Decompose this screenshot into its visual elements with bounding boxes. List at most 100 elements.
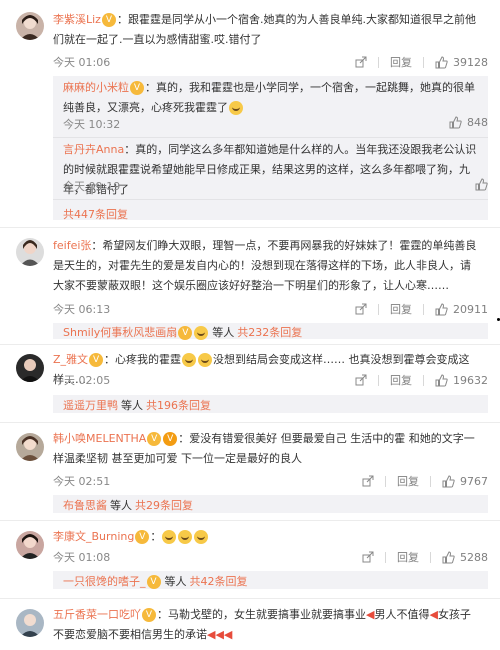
comment-meta: 今天 01:08 回复 5288: [53, 549, 488, 565]
reply-button[interactable]: 回复: [390, 372, 412, 388]
reply-preview-label: 等人: [212, 326, 235, 339]
share-button[interactable]: [355, 303, 367, 315]
share-icon: [362, 475, 374, 487]
thumb-up-icon: [442, 550, 455, 563]
comment-body: ：跟霍霆是同学从小一个宿舍.她真的为人善良单纯.大家都知道很早之前他们就在一起了…: [53, 13, 476, 46]
like-button[interactable]: 9767: [442, 475, 488, 488]
reply-text: 麻麻的小米粒 V ：真的，我和霍霆也是小学同学，一个宿舍，一起跳舞，她真的很单纯善良…: [63, 78, 478, 118]
reply-item: 麻麻的小米粒 V ：真的，我和霍霆也是小学同学，一个宿舍，一起跳舞，她真的很单纯善良…: [53, 76, 488, 138]
thumb-up-icon: [442, 474, 455, 487]
comment-meta: 今天 02:05 回复 19632: [53, 372, 488, 388]
more-replies-link[interactable]: 布鲁思酱 等人 共29条回复: [63, 497, 193, 513]
comment-item: 五斤香菜一口吃吖 V ：马勒戈壁的，女生就要搞事业就要搞事业◀男人不值得◀女孩子不要…: [0, 599, 500, 650]
comment-body-cont: 男人不值得: [374, 608, 430, 621]
comment-username[interactable]: 李紫溪Liz: [53, 13, 101, 26]
avatar[interactable]: [16, 609, 44, 637]
comment-username[interactable]: feifei张: [53, 239, 91, 252]
emoji-icon: [194, 326, 209, 340]
comment-time: 今天 06:13: [53, 303, 111, 316]
comment-username[interactable]: 韩小唤MELENTHA: [53, 432, 146, 445]
comment-time: 今天 02:05: [53, 374, 111, 387]
share-button[interactable]: [362, 551, 374, 563]
like-count: 848: [467, 116, 488, 129]
like-button[interactable]: 848: [449, 116, 488, 129]
reply-button[interactable]: 回复: [397, 473, 419, 489]
share-icon: [355, 56, 367, 68]
vip-badge-icon: V: [146, 575, 161, 589]
reply-preview-user[interactable]: Shmily何事秋风悲画扇: [63, 326, 177, 339]
comment-username[interactable]: Z_雅文: [53, 353, 88, 366]
reply-preview-user[interactable]: 遥遥万里鸭: [63, 399, 118, 412]
comment-text: 李紫溪Liz V ：跟霍霆是同学从小一个宿舍.她真的为人善良单纯.大家都知道很早之前…: [53, 10, 478, 50]
divider: [385, 551, 386, 563]
avatar[interactable]: [16, 12, 44, 40]
reply-box: 布鲁思酱 等人 共29条回复: [53, 495, 488, 513]
comment-meta: 今天 01:06 回复 39128: [53, 54, 488, 70]
vip-badge-icon: V: [89, 353, 104, 367]
vip-badge-icon: V: [101, 13, 116, 27]
comment-actions: 回复 19632: [355, 372, 488, 388]
reply-meta: 今天 09:19: [63, 178, 488, 194]
more-replies-link[interactable]: 遥遥万里鸭 等人 共196条回复: [63, 397, 211, 413]
reply-username[interactable]: 言丹卉Anna: [63, 143, 124, 156]
vip-badge-icon: V: [142, 608, 156, 622]
more-replies-count[interactable]: 共196条回复: [146, 399, 211, 412]
more-replies-count[interactable]: 共29条回复: [135, 499, 193, 512]
comment-actions: 回复 20911: [355, 301, 488, 317]
fire-emoji-icon: ◀: [429, 608, 438, 621]
avatar[interactable]: [16, 531, 44, 559]
cry-emoji-icon: [162, 530, 177, 544]
like-button[interactable]: 39128: [435, 56, 488, 69]
comment-username[interactable]: 五斤香菜一口吃吖: [53, 608, 141, 621]
thumb-up-icon: [435, 302, 448, 315]
vip-badge-icon: V: [163, 432, 178, 446]
reply-box: 一只很馋的嗜子_ V 等人 共42条回复: [53, 571, 488, 589]
divider: [430, 551, 431, 563]
more-replies-count[interactable]: 共42条回复: [190, 575, 248, 588]
reply-box: Shmily何事秋风悲画扇 V 等人 共232条回复: [53, 323, 488, 340]
reply-button[interactable]: 回复: [390, 301, 412, 317]
vip-badge-icon: V: [130, 81, 144, 95]
more-replies-count[interactable]: 共232条回复: [237, 326, 302, 339]
fire-emoji-icon: ◀◀◀: [207, 628, 233, 641]
cry-emoji-icon: [182, 353, 197, 367]
comment-body: ：心疼我的霍霆: [104, 353, 182, 366]
thumb-up-icon: [475, 178, 488, 191]
share-button[interactable]: [362, 475, 374, 487]
avatar[interactable]: [16, 354, 44, 382]
reply-preview-user[interactable]: 布鲁思酱: [63, 499, 107, 512]
comment-username[interactable]: 李康文_Burning: [53, 530, 134, 543]
thumb-up-icon: [435, 55, 448, 68]
like-button[interactable]: [475, 178, 488, 191]
reply-preview-label: 等人: [164, 575, 187, 588]
reply-meta: 今天 10:32 848: [63, 116, 488, 132]
like-count: 9767: [460, 474, 488, 488]
reply-button[interactable]: 回复: [390, 54, 412, 70]
divider: [423, 56, 424, 68]
divider: [378, 303, 379, 315]
share-button[interactable]: [355, 374, 367, 386]
more-replies-link[interactable]: 共447条回复: [63, 206, 128, 222]
comment-item: 李康文_Burning V： 今天 01:08 回复 5288 一只很馋的嗜子_ V…: [0, 521, 500, 599]
reply-username[interactable]: 麻麻的小米粒: [63, 81, 129, 94]
share-button[interactable]: [355, 56, 367, 68]
share-icon: [355, 303, 367, 315]
comment-text: 李康文_Burning V：: [53, 527, 478, 547]
more-replies-link[interactable]: 一只很馋的嗜子_ V 等人 共42条回复: [63, 573, 248, 589]
vip-badge-icon: V: [147, 432, 162, 446]
divider: [385, 475, 386, 487]
avatar[interactable]: [16, 238, 44, 266]
like-button[interactable]: 5288: [442, 551, 488, 564]
reply-button[interactable]: 回复: [397, 549, 419, 565]
smile-emoji-icon: [229, 101, 243, 115]
comment-actions: 回复 5288: [362, 549, 488, 565]
comment-time: 今天 02:51: [53, 475, 111, 488]
comment-body: ：马勒戈壁的，女生就要搞事业就要搞事业: [157, 608, 366, 621]
reply-preview-user[interactable]: 一只很馋的嗜子_: [63, 575, 146, 588]
like-button[interactable]: 20911: [435, 303, 488, 316]
like-button[interactable]: 19632: [435, 374, 488, 387]
avatar[interactable]: [16, 433, 44, 461]
comment-actions: 回复 39128: [355, 54, 488, 70]
more-replies-link[interactable]: Shmily何事秋风悲画扇 V 等人 共232条回复: [63, 324, 302, 340]
reply-preview-label: 等人: [110, 499, 132, 512]
